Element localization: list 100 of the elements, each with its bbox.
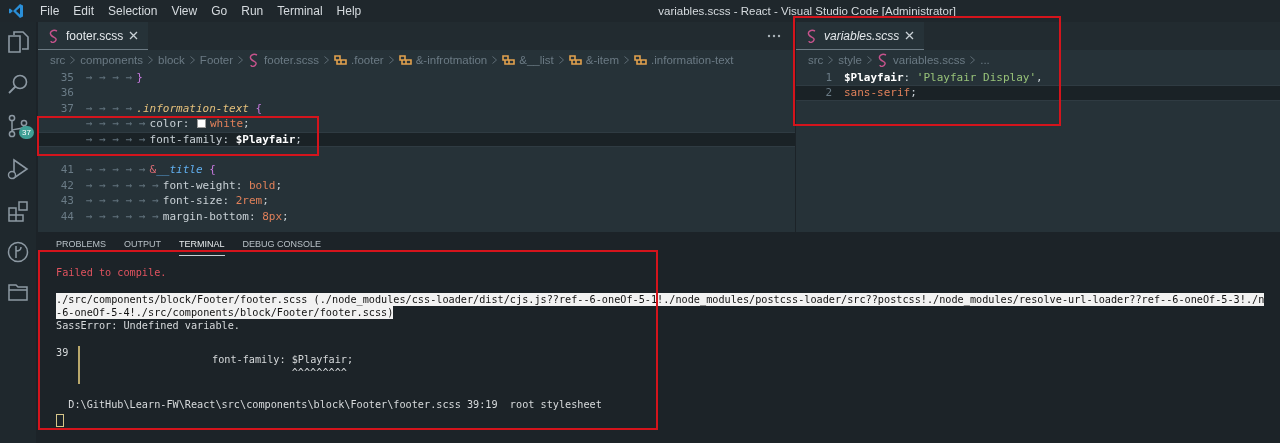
symbol-icon [502,54,516,66]
code-token: font-family: [149,131,231,147]
code-token: ; [282,208,289,224]
line-number: 37 [59,100,75,117]
symbol-icon [334,54,348,66]
line-number: 44 [59,208,75,224]
line-number: 1 [824,70,833,86]
menu-item[interactable]: Run [234,4,271,18]
panel-tab[interactable]: OUTPUT [124,232,161,256]
line-number: 41 [59,162,75,178]
code-token: margin-bottom: [162,208,257,224]
code-token: ; [243,116,250,132]
menu-item[interactable]: File [33,4,67,18]
whitespace-arrows: → → → → → → [86,177,159,194]
color-swatch [196,119,206,129]
branch-circle-icon[interactable] [7,241,29,263]
code-token: } [136,70,143,86]
run-debug-icon[interactable] [7,157,29,181]
code-token: 'Playfair Display' [916,70,1037,86]
code-token: { [208,162,216,178]
menu-item[interactable]: Help [329,4,369,18]
vscode-logo-icon[interactable] [8,3,24,19]
code-token: { [254,100,263,117]
chevron-icon [69,55,77,65]
sass-icon [48,28,60,43]
chevron-icon [969,55,977,65]
code-token: ; [910,85,917,101]
code-token: white [209,116,244,132]
code-token: font-weight: [162,177,244,194]
menu-item[interactable]: View [164,4,205,18]
line-number: 35 [59,70,75,86]
chevron-icon [623,55,631,65]
chevron-icon [387,55,395,65]
code-token: sans-serif [844,85,911,101]
terminal-line: SassError: Undefined variable. [56,319,241,332]
panel-tab[interactable]: TERMINAL [179,232,225,256]
symbol-icon [634,54,648,66]
whitespace-arrows: → → → → → → [86,193,159,209]
whitespace-arrows: → → → → → → [86,208,159,224]
code-token: : [903,70,912,86]
whitespace-arrows: → → → → → [86,131,146,147]
editor-tab[interactable]: variables.scss [796,22,925,50]
count-badge: 37 [19,126,34,139]
chevron-icon [827,55,835,65]
chevron-icon [557,55,565,65]
chevron-icon [491,55,499,65]
symbol-icon [568,54,582,66]
code-token: 2rem [235,193,263,209]
menu-item[interactable]: Go [204,4,235,18]
folder-icon[interactable] [7,282,29,302]
code-token: ; [295,131,302,147]
source-control-icon[interactable] [7,114,29,138]
terminal-cursor [56,414,64,427]
code-token: 8px [262,208,283,224]
editor-tab[interactable]: footer.scss [38,22,149,50]
code-token: & [149,162,157,178]
error-location: D:\GitHub\Learn-FW\React\src\components\block\Footer\footer.scss 39:19 root stylesheet [68,399,602,410]
files-icon[interactable] [7,30,29,54]
code-token: .information-text [136,100,249,117]
menu-item[interactable]: Selection [101,4,165,18]
line-number: 43 [59,193,75,209]
code-token: ; [275,177,283,194]
code-excerpt: font-family: $Playfair; [212,353,354,366]
sass-icon [806,28,818,43]
line-number: 42 [59,177,75,194]
code-token: __title [156,162,203,178]
code-token: color: [149,116,191,132]
error-message: Failed to compile. [56,266,168,279]
menu-item[interactable]: Edit [66,4,102,18]
line-number: 36 [59,85,75,101]
panel-tab[interactable]: PROBLEMS [56,232,106,256]
code-token: ; [262,193,269,209]
code-token: font-size: [162,193,231,209]
window-title: variables.scss - React - Visual Studio Code [Administrator] [658,5,956,17]
close-icon[interactable] [129,31,139,40]
whitespace-arrows: → → → → → [86,116,146,132]
sass-icon [877,53,889,67]
whitespace-arrows: → → → → [86,100,133,117]
code-token: , [1036,70,1043,86]
chevron-icon [866,55,873,65]
more-icon[interactable] [767,34,781,38]
whitespace-arrows: → → → → [86,70,133,86]
panel-tab[interactable]: DEBUG CONSOLE [242,232,322,256]
chevron-icon [323,55,331,65]
menu-item[interactable]: Terminal [270,4,330,18]
chevron-icon [237,55,245,65]
code-token: $Playfair [235,131,296,147]
whitespace-arrows: → → → → → [86,162,146,178]
line-number: 2 [824,85,833,101]
line-number: 39 [56,346,70,360]
code-token: $Playfair [844,70,904,86]
chevron-icon [147,55,154,65]
code-token: bold [248,177,276,194]
close-icon[interactable] [905,31,915,40]
search-icon[interactable] [7,73,29,95]
selected-text: -6-oneOf-5-4!./src/components/block/Footer/footer.scss) [56,306,394,319]
symbol-icon [398,54,412,66]
chevron-icon [188,55,196,65]
error-marker: ^^^^^^^^^ [290,366,348,379]
extensions-icon[interactable] [7,200,29,222]
